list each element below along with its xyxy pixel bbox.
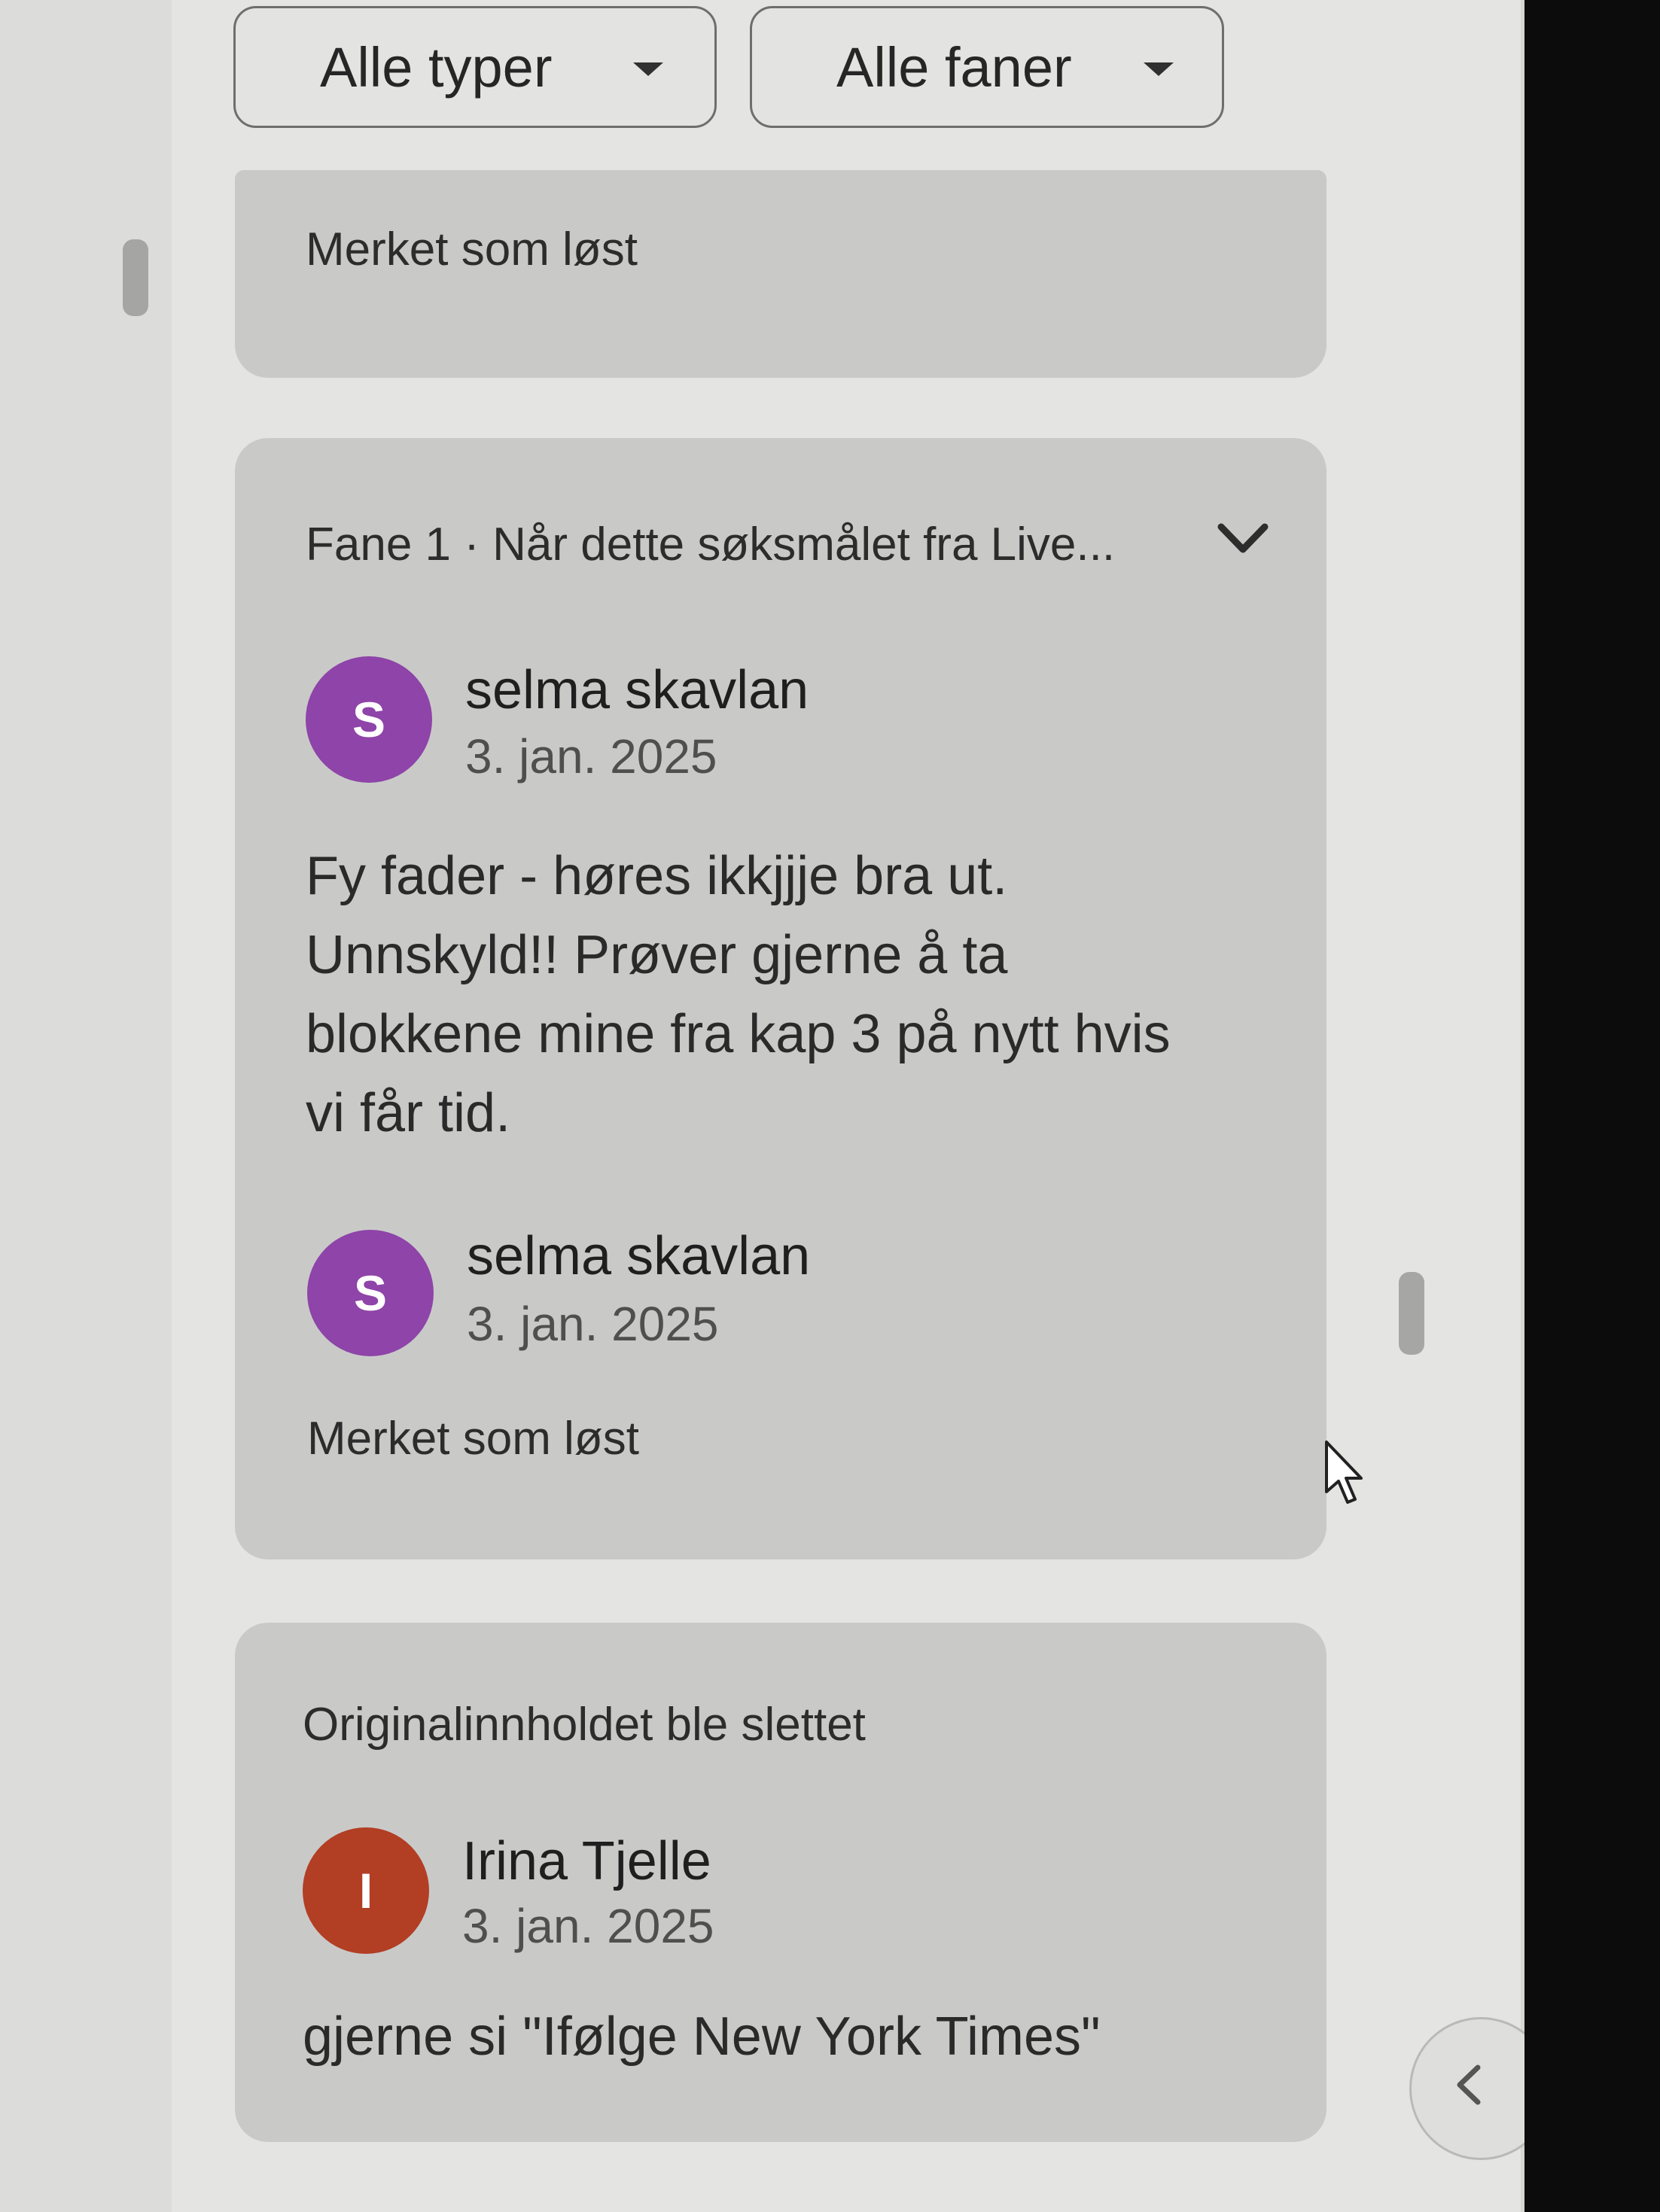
type-filter-label: Alle typer	[320, 35, 553, 99]
mouse-pointer-icon	[1325, 1441, 1363, 1504]
comment-author: selma skavlan	[465, 660, 809, 720]
comment-thread-card[interactable]: Originalinnholdet ble slettet I Irina Tj…	[235, 1623, 1326, 2142]
resolved-status: Merket som løst	[306, 224, 638, 275]
comment-body: Fy fader - høres ikkjjje bra ut. Unnskyl…	[306, 846, 1171, 1143]
avatar: I	[303, 1827, 429, 1954]
thread-header: Fane 1 · Når dette søksmålet fra Live...	[306, 519, 1116, 570]
comment-author: selma skavlan	[467, 1226, 811, 1286]
tab-filter-dropdown[interactable]: Alle faner	[750, 6, 1224, 128]
comment-body: gjerne si "Ifølge New York Times"	[303, 2007, 1101, 2067]
comment-author: Irina Tjelle	[462, 1831, 711, 1891]
chevron-down-icon[interactable]	[1217, 522, 1269, 555]
type-filter-dropdown[interactable]: Alle typer	[233, 6, 717, 128]
comment-thread-card[interactable]: Merket som løst	[235, 170, 1326, 378]
avatar: S	[307, 1230, 434, 1356]
avatar: S	[306, 656, 432, 783]
comment-date: 3. jan. 2025	[465, 729, 717, 783]
comment-thread-card[interactable]: Fane 1 · Når dette søksmålet fra Live...…	[235, 438, 1326, 1559]
document-scrollbar-thumb[interactable]	[123, 239, 148, 316]
panel-scrollbar-thumb[interactable]	[1399, 1272, 1424, 1355]
avatar-letter: S	[353, 1265, 388, 1321]
thread-header: Originalinnholdet ble slettet	[303, 1699, 866, 1751]
document-page-edge	[0, 0, 173, 2212]
arrow-drop-down-icon	[633, 62, 663, 76]
resolved-status: Merket som løst	[307, 1413, 639, 1465]
avatar-letter: S	[352, 692, 386, 747]
chevron-left-icon	[1457, 2064, 1481, 2105]
screen: Alle typer Alle faner Merket som løst Fa…	[0, 0, 1524, 2212]
arrow-drop-down-icon	[1144, 62, 1174, 76]
comment-date: 3. jan. 2025	[462, 1899, 714, 1953]
tab-filter-label: Alle faner	[836, 35, 1072, 99]
comment-date: 3. jan. 2025	[467, 1297, 719, 1351]
avatar-letter: I	[358, 1863, 373, 1918]
